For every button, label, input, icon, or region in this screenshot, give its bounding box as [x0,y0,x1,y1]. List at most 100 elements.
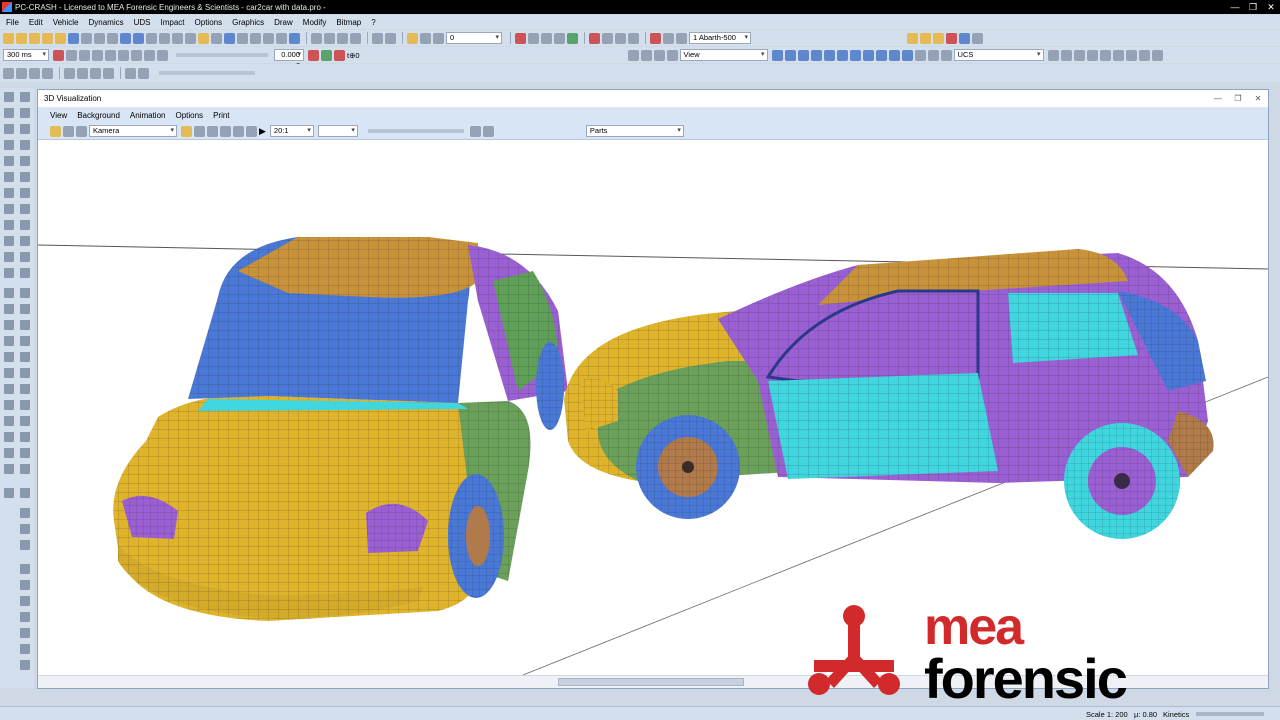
rewind-icon[interactable] [53,49,64,61]
cube-view-icon[interactable] [823,49,835,61]
tool-icon[interactable] [20,368,30,378]
tool-icon[interactable] [20,540,30,550]
tool-icon[interactable] [20,564,30,574]
view-icon[interactable] [666,49,678,61]
skip-forward-icon[interactable] [144,49,155,61]
folder-icon[interactable] [42,32,53,44]
tool-icon[interactable] [4,384,14,394]
skip-back-icon[interactable] [66,49,77,61]
step-back-icon[interactable] [79,49,90,61]
viz-menu-animation[interactable]: Animation [130,111,166,120]
curve-icon[interactable] [602,32,613,44]
line-style-icon[interactable] [385,32,396,44]
view-icon[interactable] [640,49,652,61]
tool-icon[interactable] [4,336,14,346]
lock-icon[interactable] [420,32,431,44]
tool-icon[interactable] [20,596,30,606]
move-icon[interactable] [181,125,192,137]
ucs-tool-icon[interactable] [1060,49,1072,61]
text-icon[interactable] [4,236,14,246]
print-icon[interactable] [81,32,92,44]
ucs-tool-icon[interactable] [1086,49,1098,61]
play-icon[interactable] [118,49,129,61]
tool-icon[interactable] [20,524,30,534]
zoom-window-icon[interactable] [172,32,183,44]
check-icon[interactable] [663,32,674,44]
opacity-slider[interactable] [159,71,255,75]
animation-slider[interactable] [367,129,464,133]
tool-icon[interactable] [20,448,30,458]
line-icon[interactable] [20,124,30,134]
vehicle-icon[interactable] [907,32,918,44]
line-icon[interactable] [337,32,348,44]
vehicle-icon[interactable] [920,32,931,44]
viz-menu-options[interactable]: Options [175,111,203,120]
vehicle-2[interactable] [564,249,1214,539]
new-icon[interactable] [3,32,14,44]
minimize-button[interactable]: — [1226,0,1244,14]
copy-icon[interactable] [94,32,105,44]
rectangle-icon[interactable] [20,204,30,214]
tool-icon[interactable] [4,488,14,498]
arrow-icon[interactable] [250,32,261,44]
lightbulb-icon[interactable] [407,32,418,44]
menu-vehicle[interactable]: Vehicle [53,18,79,27]
viz-minimize-button[interactable]: — [1208,94,1228,103]
layers-icon[interactable] [237,32,248,44]
grid-icon[interactable] [211,32,222,44]
align-icon[interactable] [77,67,88,79]
pointer-icon[interactable] [482,125,494,137]
line-icon[interactable] [4,140,14,150]
cube-view-icon[interactable] [875,49,887,61]
axis-icon[interactable] [220,125,231,137]
stop-icon[interactable] [105,49,116,61]
bitmap-icon[interactable] [276,32,287,44]
cube-view-icon[interactable] [862,49,874,61]
ucs-icon[interactable] [927,49,939,61]
curve-icon[interactable] [4,156,14,166]
line-icon[interactable] [4,124,14,134]
traffic-light-icon[interactable] [321,49,332,61]
save-icon[interactable] [20,660,30,670]
line-icon[interactable] [20,140,30,150]
vehicle-1[interactable] [113,237,568,621]
menu-help[interactable]: ? [371,18,375,27]
tool-icon[interactable] [20,384,30,394]
undo-icon[interactable] [120,32,131,44]
cube-view-icon[interactable] [888,49,900,61]
menu-impact[interactable]: Impact [161,18,185,27]
folder-icon[interactable] [29,32,40,44]
spline-icon[interactable] [20,252,30,262]
draw-icon[interactable] [20,108,30,118]
tool-icon[interactable] [20,400,30,410]
tool-icon[interactable] [20,580,30,590]
cube-view-icon[interactable] [810,49,822,61]
tool-icon[interactable] [20,612,30,622]
tool-icon[interactable] [20,644,30,654]
ucs-tool-icon[interactable] [1112,49,1124,61]
tool-icon[interactable] [4,448,14,458]
vehicle-select[interactable]: 1 Abarth-500 [689,32,751,44]
redo-icon[interactable] [133,32,144,44]
cube-view-icon[interactable] [901,49,913,61]
move-icon[interactable] [42,67,53,79]
ucs-tool-icon[interactable] [1125,49,1137,61]
help-icon[interactable] [289,32,300,44]
folder-icon[interactable] [55,32,66,44]
menu-graphics[interactable]: Graphics [232,18,264,27]
tool-icon[interactable] [20,488,30,498]
viz-menu-print[interactable]: Print [213,111,229,120]
viz-menu-background[interactable]: Background [77,111,120,120]
close-button[interactable]: ✕ [1262,0,1280,14]
tool-icon[interactable] [4,288,14,298]
view-select[interactable]: View [679,49,768,61]
move-icon[interactable] [16,67,27,79]
pointer-icon[interactable] [515,32,526,44]
maximize-button[interactable]: ❐ [1244,0,1262,14]
menu-modify[interactable]: Modify [303,18,327,27]
ucs-tool-icon[interactable] [1047,49,1059,61]
viz-maximize-button[interactable]: ❐ [1228,94,1248,103]
polyline-icon[interactable] [628,32,639,44]
arrow-icon[interactable] [263,32,274,44]
menu-uds[interactable]: UDS [134,18,151,27]
